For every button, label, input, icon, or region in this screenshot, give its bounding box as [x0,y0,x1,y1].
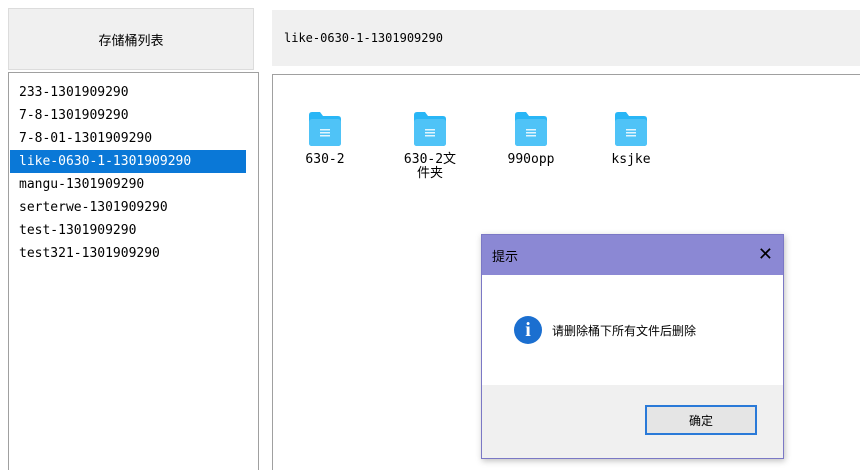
bucket-item[interactable]: 7-8-1301909290 [10,104,246,127]
bucket-item[interactable]: 233-1301909290 [10,81,246,104]
bucket-item-selected[interactable]: like-0630-1-1301909290 [10,150,246,173]
bucket-item[interactable]: mangu-1301909290 [10,173,246,196]
current-bucket-path: like-0630-1-1301909290 [284,31,443,45]
bucket-list-header: 存储桶列表 [8,8,254,70]
close-icon[interactable]: ✕ [758,246,773,264]
folder-name: ksjke [611,152,651,167]
folder-item[interactable]: ksjke [591,109,671,167]
folder-icon [515,112,547,146]
dialog-body: i 请删除桶下所有文件后删除 [482,275,783,385]
dialog-titlebar[interactable]: 提示 ✕ [482,235,783,275]
folder-item[interactable]: 990opp [491,109,571,167]
folder-item[interactable]: 630-2文件夹 [385,109,475,181]
folder-icon [615,112,647,146]
dialog-title: 提示 [492,249,519,265]
alert-dialog: 提示 ✕ i 请删除桶下所有文件后删除 确定 [481,234,784,459]
folder-icon [414,112,446,146]
ok-button[interactable]: 确定 [645,405,757,435]
bucket-item[interactable]: serterwe-1301909290 [10,196,246,219]
folder-icon [309,112,341,146]
folder-name: 630-2文件夹 [403,152,457,181]
folder-item[interactable]: 630-2 [285,109,365,167]
bucket-list[interactable]: 233-1301909290 7-8-1301909290 7-8-01-130… [8,72,259,470]
folder-name: 990opp [507,152,555,167]
folder-name: 630-2 [305,152,345,167]
info-icon: i [514,316,542,344]
bucket-item[interactable]: 7-8-01-1301909290 [10,127,246,150]
dialog-footer: 确定 [482,385,783,458]
dialog-message: 请删除桶下所有文件后删除 [552,323,697,338]
bucket-item[interactable]: test321-1301909290 [10,242,246,265]
path-bar: like-0630-1-1301909290 [272,10,860,66]
bucket-item[interactable]: test-1301909290 [10,219,246,242]
bucket-list-title: 存储桶列表 [98,33,164,49]
